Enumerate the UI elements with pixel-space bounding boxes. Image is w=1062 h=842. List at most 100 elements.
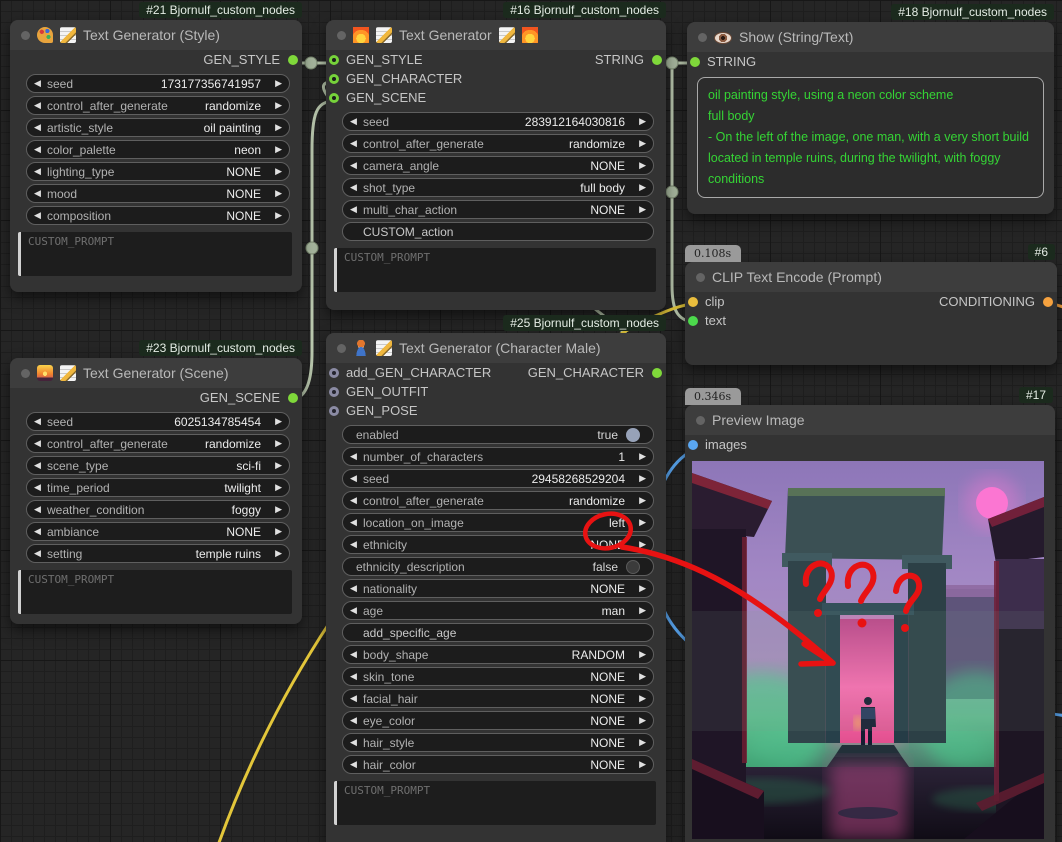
node-graph-canvas[interactable]: #21 Bjornulf_custom_nodes Text Generator… xyxy=(0,0,1062,842)
increment-arrow-icon[interactable]: ▶ xyxy=(633,470,646,487)
widget-row[interactable]: ◀ setting temple ruins ▶ xyxy=(26,544,290,563)
input-socket-gen-pose[interactable] xyxy=(329,406,339,416)
widget-row[interactable]: ◀ hair_color NONE ▶ xyxy=(342,755,654,774)
collapse-dot[interactable] xyxy=(698,33,707,42)
node-header[interactable]: Text Generator (Character Male) xyxy=(326,333,666,363)
decrement-arrow-icon[interactable]: ◀ xyxy=(34,75,47,92)
decrement-arrow-icon[interactable]: ◀ xyxy=(34,207,47,224)
decrement-arrow-icon[interactable]: ◀ xyxy=(350,448,363,465)
decrement-arrow-icon[interactable]: ◀ xyxy=(350,514,363,531)
custom-prompt-textarea[interactable]: CUSTOM_PROMPT xyxy=(18,570,292,614)
increment-arrow-icon[interactable]: ▶ xyxy=(633,492,646,509)
decrement-arrow-icon[interactable]: ◀ xyxy=(34,435,47,452)
widget-row[interactable]: ◀ composition NONE ▶ xyxy=(26,206,290,225)
toggle-knob[interactable] xyxy=(626,428,640,442)
increment-arrow-icon[interactable]: ▶ xyxy=(269,207,282,224)
decrement-arrow-icon[interactable]: ◀ xyxy=(34,479,47,496)
collapse-dot[interactable] xyxy=(337,344,346,353)
widget-row[interactable]: ◀ nationality NONE ▶ xyxy=(342,579,654,598)
increment-arrow-icon[interactable]: ▶ xyxy=(269,141,282,158)
node-text-generator-scene[interactable]: #23 Bjornulf_custom_nodes Text Generator… xyxy=(10,358,302,624)
decrement-arrow-icon[interactable]: ◀ xyxy=(350,668,363,685)
custom-prompt-textarea[interactable]: CUSTOM_PROMPT xyxy=(18,232,292,276)
increment-arrow-icon[interactable]: ▶ xyxy=(269,75,282,92)
increment-arrow-icon[interactable]: ▶ xyxy=(633,179,646,196)
input-socket-clip[interactable] xyxy=(688,297,698,307)
decrement-arrow-icon[interactable]: ◀ xyxy=(350,113,363,130)
widget-row[interactable]: ◀ mood NONE ▶ xyxy=(26,184,290,203)
node-text-generator-style[interactable]: #21 Bjornulf_custom_nodes Text Generator… xyxy=(10,20,302,292)
decrement-arrow-icon[interactable]: ◀ xyxy=(34,97,47,114)
widget-row[interactable]: ◀ color_palette neon ▶ xyxy=(26,140,290,159)
decrement-arrow-icon[interactable]: ◀ xyxy=(34,457,47,474)
decrement-arrow-icon[interactable]: ◀ xyxy=(350,201,363,218)
output-socket-string[interactable] xyxy=(652,55,662,65)
reroute-dot[interactable] xyxy=(666,186,678,198)
decrement-arrow-icon[interactable]: ◀ xyxy=(350,602,363,619)
decrement-arrow-icon[interactable]: ◀ xyxy=(34,413,47,430)
decrement-arrow-icon[interactable]: ◀ xyxy=(34,501,47,518)
widget-row[interactable]: ◀ ethnicity NONE ▶ xyxy=(342,535,654,554)
increment-arrow-icon[interactable]: ▶ xyxy=(633,113,646,130)
widget-row[interactable]: ◀ ethnicity_description false ▶ xyxy=(342,557,654,576)
increment-arrow-icon[interactable]: ▶ xyxy=(633,536,646,553)
widget-row[interactable]: ◀ camera_angle NONE ▶ xyxy=(342,156,654,175)
increment-arrow-icon[interactable]: ▶ xyxy=(269,185,282,202)
widget-row[interactable]: ◀ multi_char_action NONE ▶ xyxy=(342,200,654,219)
increment-arrow-icon[interactable]: ▶ xyxy=(633,756,646,773)
increment-arrow-icon[interactable]: ▶ xyxy=(633,157,646,174)
widget-row[interactable]: ◀ facial_hair NONE ▶ xyxy=(342,689,654,708)
node-header[interactable]: Text Generator (Style) xyxy=(10,20,302,50)
increment-arrow-icon[interactable]: ▶ xyxy=(633,646,646,663)
output-socket[interactable] xyxy=(288,55,298,65)
node-header[interactable]: Show (String/Text) xyxy=(687,22,1054,52)
widget-row[interactable]: ◀ enabled true ▶ xyxy=(342,425,654,444)
decrement-arrow-icon[interactable]: ◀ xyxy=(350,646,363,663)
output-socket-conditioning[interactable] xyxy=(1043,297,1053,307)
increment-arrow-icon[interactable]: ▶ xyxy=(269,479,282,496)
increment-arrow-icon[interactable]: ▶ xyxy=(269,119,282,136)
widget-row[interactable]: ◀ weather_condition foggy ▶ xyxy=(26,500,290,519)
increment-arrow-icon[interactable]: ▶ xyxy=(633,668,646,685)
widget-row[interactable]: ◀ hair_style NONE ▶ xyxy=(342,733,654,752)
decrement-arrow-icon[interactable]: ◀ xyxy=(350,536,363,553)
decrement-arrow-icon[interactable]: ◀ xyxy=(350,157,363,174)
widget-row[interactable]: ◀ control_after_generate randomize ▶ xyxy=(26,434,290,453)
increment-arrow-icon[interactable]: ▶ xyxy=(633,514,646,531)
node-header[interactable]: CLIP Text Encode (Prompt) xyxy=(685,262,1057,292)
input-socket-gen-scene[interactable] xyxy=(329,93,339,103)
collapse-dot[interactable] xyxy=(696,273,705,282)
decrement-arrow-icon[interactable]: ◀ xyxy=(350,734,363,751)
node-preview-image[interactable]: 0.346s #17 Preview Image images xyxy=(685,405,1055,842)
node-show-string-text[interactable]: #18 Bjornulf_custom_nodes Show (String/T… xyxy=(687,22,1054,214)
increment-arrow-icon[interactable]: ▶ xyxy=(269,435,282,452)
widget-row[interactable]: ◀ seed 283912164030816 ▶ xyxy=(342,112,654,131)
reroute-dot[interactable] xyxy=(305,57,317,69)
increment-arrow-icon[interactable]: ▶ xyxy=(633,135,646,152)
widget-row[interactable]: ◀ control_after_generate randomize ▶ xyxy=(26,96,290,115)
decrement-arrow-icon[interactable]: ◀ xyxy=(34,523,47,540)
widget-row[interactable]: ◀ body_shape RANDOM ▶ xyxy=(342,645,654,664)
widget-row[interactable]: ◀ eye_color NONE ▶ xyxy=(342,711,654,730)
widget-row[interactable]: ◀ artistic_style oil painting ▶ xyxy=(26,118,290,137)
collapse-dot[interactable] xyxy=(21,369,30,378)
collapse-dot[interactable] xyxy=(21,31,30,40)
widget-row[interactable]: ◀ control_after_generate randomize ▶ xyxy=(342,491,654,510)
increment-arrow-icon[interactable]: ▶ xyxy=(633,712,646,729)
increment-arrow-icon[interactable]: ▶ xyxy=(269,457,282,474)
collapse-dot[interactable] xyxy=(696,416,705,425)
decrement-arrow-icon[interactable]: ◀ xyxy=(350,135,363,152)
decrement-arrow-icon[interactable]: ◀ xyxy=(350,580,363,597)
input-socket-gen-style[interactable] xyxy=(329,55,339,65)
decrement-arrow-icon[interactable]: ◀ xyxy=(350,470,363,487)
node-clip-text-encode[interactable]: 0.108s #6 CLIP Text Encode (Prompt) clip… xyxy=(685,262,1057,365)
decrement-arrow-icon[interactable]: ◀ xyxy=(350,690,363,707)
output-socket[interactable] xyxy=(288,393,298,403)
widget-row[interactable]: ◀ CUSTOM_action ▶ xyxy=(342,222,654,241)
output-socket-gen-character[interactable] xyxy=(652,368,662,378)
node-header[interactable]: Text Generator xyxy=(326,20,666,50)
node-text-generator-character-male[interactable]: #25 Bjornulf_custom_nodes Text Generator… xyxy=(326,333,666,842)
widget-row[interactable]: ◀ time_period twilight ▶ xyxy=(26,478,290,497)
decrement-arrow-icon[interactable]: ◀ xyxy=(34,141,47,158)
custom-prompt-textarea[interactable]: CUSTOM_PROMPT xyxy=(334,781,656,825)
